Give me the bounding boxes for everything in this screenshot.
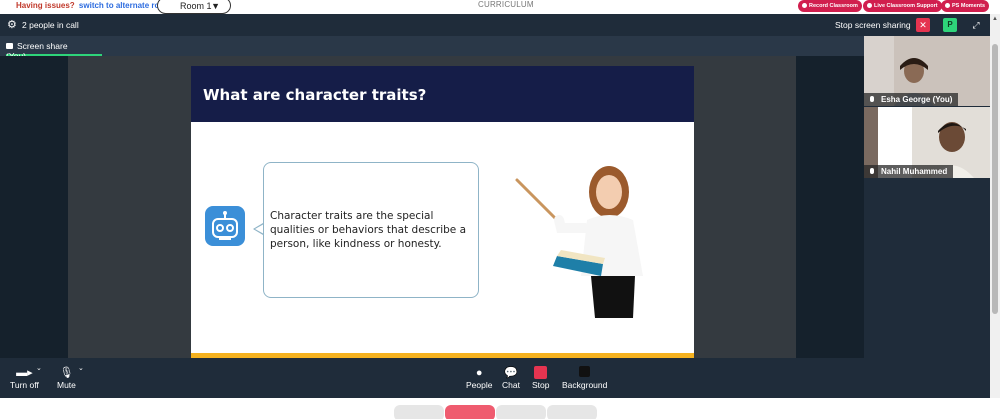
robot-glyph xyxy=(212,211,238,240)
tab-screen-share[interactable]: Screen share (You)··· xyxy=(6,36,102,61)
teacher-illustration xyxy=(515,166,643,318)
background-icon xyxy=(562,366,607,380)
stop-screen-sharing-label: Stop screen sharing xyxy=(835,20,911,30)
presenter-badge-button[interactable]: P xyxy=(943,18,957,32)
speech-bubble: Character traits are the special qualiti… xyxy=(263,162,479,298)
scrollbar-thumb[interactable] xyxy=(992,44,998,314)
room-select[interactable]: Room 1 ▼ xyxy=(157,0,231,14)
page-heading: CURRICULUM xyxy=(478,0,534,9)
moments-dot-icon xyxy=(945,3,950,8)
stop-sharing-close-button[interactable]: ✕ xyxy=(916,18,930,32)
camera-icon: ▬▸ xyxy=(16,367,33,379)
people-label: People xyxy=(466,380,493,390)
page-scrollbar[interactable]: ▲ xyxy=(990,14,1000,398)
dock-fullscreen-button[interactable] xyxy=(394,405,444,419)
participant-tile-self[interactable]: Esha George (You) xyxy=(864,36,990,106)
chat-button[interactable]: 💬 Chat xyxy=(502,366,520,390)
tab-bar: Screen share (You)··· xyxy=(0,36,864,61)
record-classroom-button[interactable]: Record Classroom xyxy=(798,0,862,12)
slide-header: What are character traits? xyxy=(191,66,694,122)
ps-moments-label: PS Moments xyxy=(952,3,986,9)
background-label: Background xyxy=(562,380,608,390)
stop-share-button[interactable]: Stop xyxy=(532,366,550,390)
dock-leave-button[interactable] xyxy=(445,405,495,419)
camera-options-chevron-icon[interactable]: ⌄ xyxy=(36,364,42,372)
mic-toggle-label: Mute xyxy=(57,380,76,390)
participant-name-self: Esha George (You) xyxy=(864,93,959,106)
issues-text: Having issues? xyxy=(16,1,75,10)
live-support-label: Live Classroom Support xyxy=(874,3,938,9)
people-icon: ● xyxy=(475,367,483,379)
live-support-button[interactable]: Live Classroom Support xyxy=(863,0,942,12)
meeting-header: ⚙ 2 people in call Stop screen sharing ✕… xyxy=(0,14,990,36)
record-dot-icon xyxy=(802,3,807,8)
bottom-dock xyxy=(0,398,1000,419)
stop-share-label: Stop xyxy=(532,380,550,390)
support-dot-icon xyxy=(867,3,872,8)
stop-share-icon xyxy=(532,366,550,380)
microphone-icon: 🎙 xyxy=(59,367,74,379)
participant-name-self-label: Esha George (You) xyxy=(881,95,953,104)
dock-settings-button[interactable] xyxy=(547,405,597,419)
issues-notice: Having issues? switch to alternate room xyxy=(16,1,171,10)
slide-footer-bar xyxy=(191,353,694,358)
shared-slide: What are character traits? Character tra… xyxy=(191,66,694,358)
robot-icon xyxy=(205,206,245,246)
screen-share-icon xyxy=(6,43,13,49)
participant-name-remote: Nahil Muhammed xyxy=(864,165,954,178)
participant-name-remote-label: Nahil Muhammed xyxy=(881,167,948,176)
slide-definition-text: Character traits are the special qualiti… xyxy=(270,210,467,250)
slide-title: What are character traits? xyxy=(203,86,427,104)
scroll-up-icon[interactable]: ▲ xyxy=(992,16,998,22)
camera-toggle-button[interactable]: ▬▸ Turn off xyxy=(10,366,39,390)
page: Having issues? switch to alternate room … xyxy=(0,0,1000,419)
room-select-value: Room 1 xyxy=(180,1,212,11)
mic-icon xyxy=(870,96,874,102)
dock-screen-button[interactable] xyxy=(496,405,546,419)
ps-moments-button[interactable]: PS Moments xyxy=(941,0,990,12)
gear-icon[interactable]: ⚙ xyxy=(7,18,17,31)
camera-toggle-label: Turn off xyxy=(10,380,39,390)
control-bar: ▬▸ Turn off ⌄ 🎙 Mute ⌄ ● People 💬 Chat S… xyxy=(0,358,990,398)
chat-icon: 💬 xyxy=(504,367,518,379)
participant-tile-remote[interactable]: Nahil Muhammed xyxy=(864,107,990,178)
mic-icon xyxy=(870,168,874,174)
mic-options-chevron-icon[interactable]: ⌄ xyxy=(78,364,84,372)
people-button[interactable]: ● People xyxy=(466,366,492,390)
mic-toggle-button[interactable]: 🎙 Mute xyxy=(57,366,76,390)
people-count: 2 people in call xyxy=(22,20,79,30)
background-button[interactable]: Background xyxy=(562,366,607,390)
chat-label: Chat xyxy=(502,380,520,390)
record-classroom-label: Record Classroom xyxy=(809,3,858,9)
expand-icon[interactable]: ⤢ xyxy=(969,18,983,32)
top-strip: Having issues? switch to alternate room … xyxy=(0,0,1000,14)
caret-down-icon: ▼ xyxy=(211,1,220,11)
